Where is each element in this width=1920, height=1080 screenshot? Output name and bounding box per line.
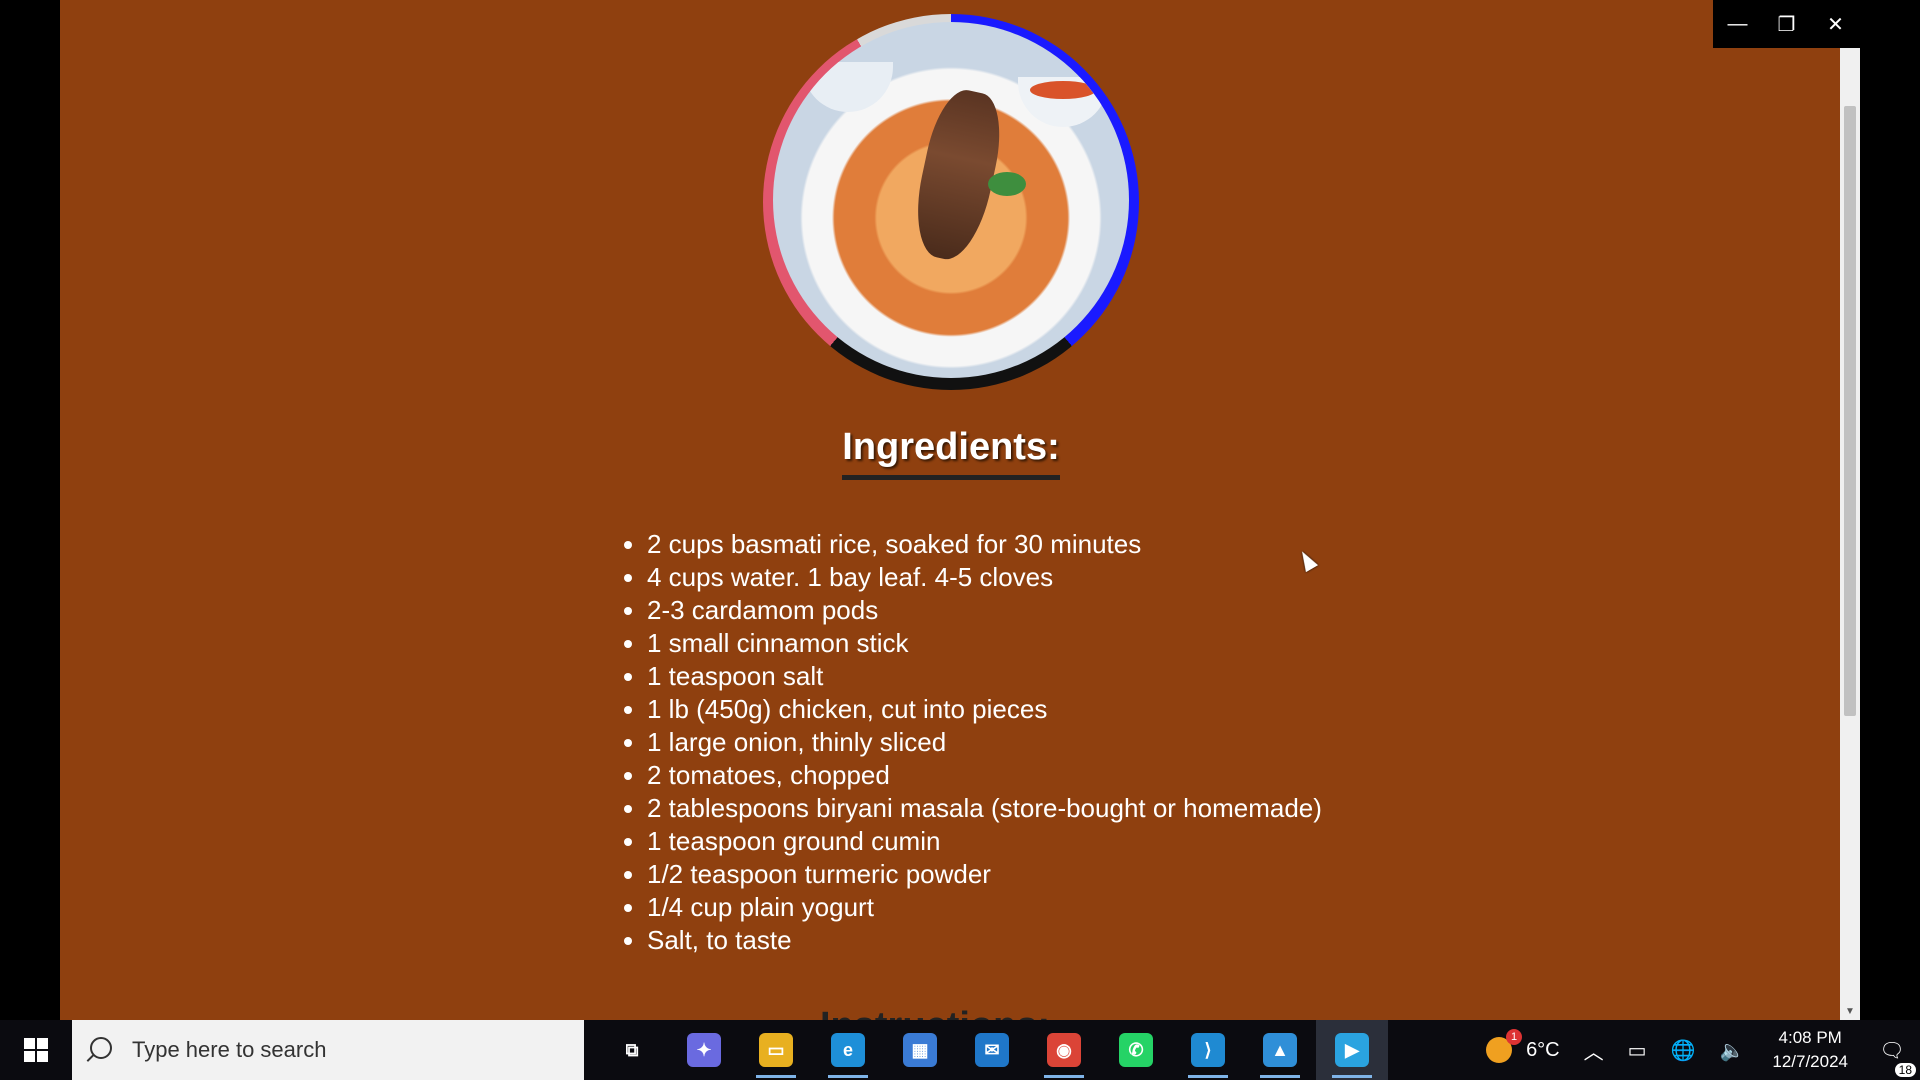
ingredient-item: 1/4 cup plain yogurt [647,891,1322,924]
battery-icon[interactable]: ▭ [1616,1038,1659,1063]
scroll-thumb[interactable] [1844,106,1856,716]
system-tray: 1 6°C ︿ ▭ 🌐 🔈 4:08 PM 12/7/2024 🗨 18 [1474,1020,1920,1080]
weather-badge: 1 [1506,1029,1523,1045]
task-view-taskbar-button[interactable]: ⧉ [596,1020,668,1080]
microsoft-store-icon: ▦ [903,1033,937,1067]
copilot-icon: ✦ [687,1033,721,1067]
start-button[interactable] [0,1020,72,1080]
media-player-taskbar-button[interactable]: ▶ [1316,1020,1388,1080]
minimize-button[interactable]: — [1713,0,1762,48]
ingredient-item: 2 tomatoes, chopped [647,759,1322,792]
ingredient-item: 4 cups water. 1 bay leaf. 4-5 cloves [647,561,1322,594]
file-explorer-taskbar-button[interactable]: ▭ [740,1020,812,1080]
ingredients-list: 2 cups basmati rice, soaked for 30 minut… [607,528,1322,957]
ingredient-item: 1 teaspoon ground cumin [647,825,1322,858]
notification-icon: 🗨 [1879,1039,1905,1062]
show-hidden-icons[interactable]: ︿ [1572,1036,1616,1065]
chrome-icon: ◉ [1047,1033,1081,1067]
mail-taskbar-button[interactable]: ✉ [956,1020,1028,1080]
microsoft-store-taskbar-button[interactable]: ▦ [884,1020,956,1080]
notification-count: 18 [1894,1062,1916,1077]
page-scrollbar[interactable]: ▼ [1840,48,1860,1020]
mint-leaf [988,172,1026,196]
clock-date: 12/7/2024 [1772,1052,1848,1071]
volume-icon[interactable]: 🔈 [1707,1038,1756,1063]
taskbar-search[interactable]: Type here to search [72,1020,584,1080]
file-explorer-icon: ▭ [759,1033,793,1067]
vscode-icon: ⟩ [1191,1033,1225,1067]
weather-widget[interactable]: 1 6°C [1474,1029,1572,1063]
ingredient-item: 1 lb (450g) chicken, cut into pieces [647,693,1322,726]
ingredient-item: 1 teaspoon salt [647,660,1322,693]
search-placeholder: Type here to search [132,1037,327,1062]
ingredient-item: 2-3 cardamom pods [647,594,1322,627]
pinned-apps: ⧉ ✦ ▭ e ▦ ✉ ◉ ✆ ⟩ ▲ ▶ [596,1020,1388,1080]
ingredient-item: 1 large onion, thinly sliced [647,726,1322,759]
whatsapp-icon: ✆ [1119,1033,1153,1067]
side-bowl [803,62,893,112]
scroll-down-arrow[interactable]: ▼ [1844,1006,1856,1018]
whatsapp-taskbar-button[interactable]: ✆ [1100,1020,1172,1080]
close-button[interactable]: ✕ [1811,0,1860,48]
biryani-image [763,14,1139,390]
ingredient-item: Salt, to taste [647,924,1322,957]
ingredient-item: 1/2 teaspoon turmeric powder [647,858,1322,891]
weather-temp: 6°C [1526,1038,1560,1061]
photos-taskbar-button[interactable]: ▲ [1244,1020,1316,1080]
mail-icon: ✉ [975,1033,1009,1067]
web-page: Ingredients: 2 cups basmati rice, soaked… [60,0,1842,1020]
network-icon[interactable]: 🌐 [1659,1038,1708,1063]
edge-taskbar-button[interactable]: e [812,1020,884,1080]
clock-time: 4:08 PM [1778,1028,1842,1047]
notification-center-button[interactable]: 🗨 18 [1864,1038,1920,1077]
window-controls: — ❐ ✕ [1713,0,1860,48]
clock[interactable]: 4:08 PM 12/7/2024 [1756,1026,1864,1074]
weather-icon: 1 [1486,1029,1523,1063]
media-player-icon: ▶ [1335,1033,1369,1067]
ingredients-heading: Ingredients: [60,426,1842,480]
vscode-taskbar-button[interactable]: ⟩ [1172,1020,1244,1080]
restore-button[interactable]: ❐ [1762,0,1811,48]
taskbar: Type here to search ⧉ ✦ ▭ e ▦ ✉ ◉ ✆ ⟩ ▲ ▶ 1 6°C ︿ … [0,1020,1920,1080]
biryani-photo [773,22,1129,378]
ingredient-item: 1 small cinnamon stick [647,627,1322,660]
instructions-heading: Instructions: [820,1005,1050,1020]
copilot-taskbar-button[interactable]: ✦ [668,1020,740,1080]
chrome-taskbar-button[interactable]: ◉ [1028,1020,1100,1080]
edge-icon: e [831,1033,865,1067]
task-view-icon: ⧉ [625,1039,639,1060]
windows-logo-icon [24,1038,48,1062]
ingredient-item: 2 tablespoons biryani masala (store-boug… [647,792,1322,825]
ingredient-item: 2 cups basmati rice, soaked for 30 minut… [647,528,1322,561]
search-icon [90,1037,112,1059]
side-bowl [1018,77,1108,127]
photos-icon: ▲ [1263,1033,1297,1067]
